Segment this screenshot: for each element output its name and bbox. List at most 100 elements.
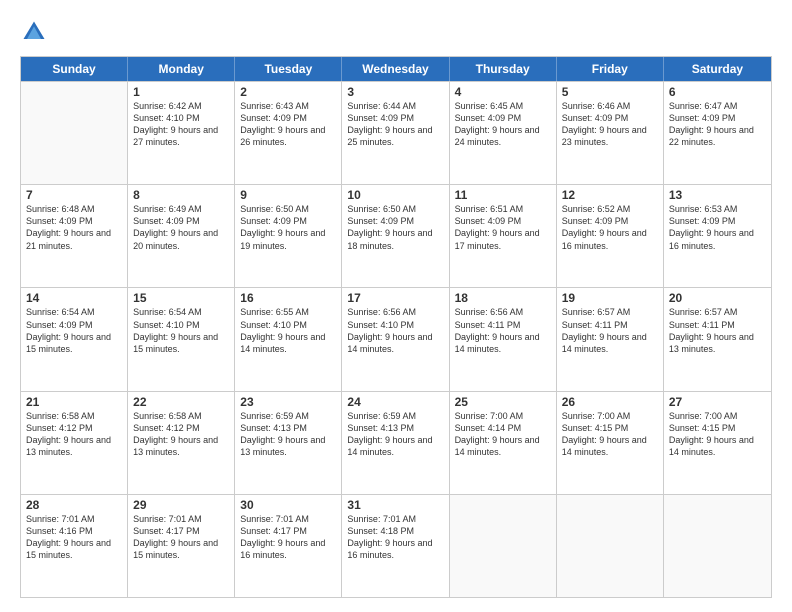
cal-cell [21, 82, 128, 184]
cal-cell: 5Sunrise: 6:46 AMSunset: 4:09 PMDaylight… [557, 82, 664, 184]
day-info: Sunrise: 6:58 AMSunset: 4:12 PMDaylight:… [26, 410, 122, 459]
day-info: Sunrise: 6:59 AMSunset: 4:13 PMDaylight:… [240, 410, 336, 459]
day-number: 7 [26, 188, 122, 202]
cal-cell: 30Sunrise: 7:01 AMSunset: 4:17 PMDayligh… [235, 495, 342, 597]
day-number: 13 [669, 188, 766, 202]
calendar-body: 1Sunrise: 6:42 AMSunset: 4:10 PMDaylight… [21, 81, 771, 597]
day-number: 21 [26, 395, 122, 409]
cal-cell: 4Sunrise: 6:45 AMSunset: 4:09 PMDaylight… [450, 82, 557, 184]
day-number: 18 [455, 291, 551, 305]
cal-cell: 16Sunrise: 6:55 AMSunset: 4:10 PMDayligh… [235, 288, 342, 390]
calendar-header: SundayMondayTuesdayWednesdayThursdayFrid… [21, 57, 771, 81]
day-info: Sunrise: 6:56 AMSunset: 4:10 PMDaylight:… [347, 306, 443, 355]
day-info: Sunrise: 7:00 AMSunset: 4:15 PMDaylight:… [669, 410, 766, 459]
cal-cell: 17Sunrise: 6:56 AMSunset: 4:10 PMDayligh… [342, 288, 449, 390]
header-day-friday: Friday [557, 57, 664, 81]
day-number: 14 [26, 291, 122, 305]
day-info: Sunrise: 6:56 AMSunset: 4:11 PMDaylight:… [455, 306, 551, 355]
day-info: Sunrise: 7:01 AMSunset: 4:17 PMDaylight:… [133, 513, 229, 562]
day-number: 1 [133, 85, 229, 99]
day-info: Sunrise: 7:00 AMSunset: 4:15 PMDaylight:… [562, 410, 658, 459]
day-info: Sunrise: 6:51 AMSunset: 4:09 PMDaylight:… [455, 203, 551, 252]
header-day-sunday: Sunday [21, 57, 128, 81]
week-row-1: 7Sunrise: 6:48 AMSunset: 4:09 PMDaylight… [21, 184, 771, 287]
day-number: 27 [669, 395, 766, 409]
day-number: 22 [133, 395, 229, 409]
cal-cell: 26Sunrise: 7:00 AMSunset: 4:15 PMDayligh… [557, 392, 664, 494]
day-info: Sunrise: 6:46 AMSunset: 4:09 PMDaylight:… [562, 100, 658, 149]
day-number: 9 [240, 188, 336, 202]
cal-cell: 21Sunrise: 6:58 AMSunset: 4:12 PMDayligh… [21, 392, 128, 494]
calendar: SundayMondayTuesdayWednesdayThursdayFrid… [20, 56, 772, 598]
cal-cell: 6Sunrise: 6:47 AMSunset: 4:09 PMDaylight… [664, 82, 771, 184]
header-day-thursday: Thursday [450, 57, 557, 81]
cal-cell: 11Sunrise: 6:51 AMSunset: 4:09 PMDayligh… [450, 185, 557, 287]
day-info: Sunrise: 6:59 AMSunset: 4:13 PMDaylight:… [347, 410, 443, 459]
cal-cell: 18Sunrise: 6:56 AMSunset: 4:11 PMDayligh… [450, 288, 557, 390]
cal-cell: 28Sunrise: 7:01 AMSunset: 4:16 PMDayligh… [21, 495, 128, 597]
day-number: 2 [240, 85, 336, 99]
logo [20, 18, 52, 46]
cal-cell: 29Sunrise: 7:01 AMSunset: 4:17 PMDayligh… [128, 495, 235, 597]
day-info: Sunrise: 7:01 AMSunset: 4:18 PMDaylight:… [347, 513, 443, 562]
page: SundayMondayTuesdayWednesdayThursdayFrid… [0, 0, 792, 612]
day-info: Sunrise: 6:48 AMSunset: 4:09 PMDaylight:… [26, 203, 122, 252]
day-info: Sunrise: 7:01 AMSunset: 4:17 PMDaylight:… [240, 513, 336, 562]
day-info: Sunrise: 7:00 AMSunset: 4:14 PMDaylight:… [455, 410, 551, 459]
cal-cell: 3Sunrise: 6:44 AMSunset: 4:09 PMDaylight… [342, 82, 449, 184]
cal-cell [557, 495, 664, 597]
logo-icon [20, 18, 48, 46]
day-number: 23 [240, 395, 336, 409]
cal-cell [450, 495, 557, 597]
day-number: 28 [26, 498, 122, 512]
cal-cell: 27Sunrise: 7:00 AMSunset: 4:15 PMDayligh… [664, 392, 771, 494]
day-info: Sunrise: 6:57 AMSunset: 4:11 PMDaylight:… [669, 306, 766, 355]
day-number: 30 [240, 498, 336, 512]
day-number: 26 [562, 395, 658, 409]
cal-cell: 24Sunrise: 6:59 AMSunset: 4:13 PMDayligh… [342, 392, 449, 494]
day-number: 25 [455, 395, 551, 409]
day-number: 8 [133, 188, 229, 202]
day-info: Sunrise: 6:50 AMSunset: 4:09 PMDaylight:… [240, 203, 336, 252]
day-number: 24 [347, 395, 443, 409]
day-info: Sunrise: 7:01 AMSunset: 4:16 PMDaylight:… [26, 513, 122, 562]
cal-cell: 20Sunrise: 6:57 AMSunset: 4:11 PMDayligh… [664, 288, 771, 390]
day-info: Sunrise: 6:43 AMSunset: 4:09 PMDaylight:… [240, 100, 336, 149]
day-info: Sunrise: 6:54 AMSunset: 4:10 PMDaylight:… [133, 306, 229, 355]
day-info: Sunrise: 6:45 AMSunset: 4:09 PMDaylight:… [455, 100, 551, 149]
day-info: Sunrise: 6:57 AMSunset: 4:11 PMDaylight:… [562, 306, 658, 355]
day-number: 5 [562, 85, 658, 99]
day-number: 16 [240, 291, 336, 305]
week-row-0: 1Sunrise: 6:42 AMSunset: 4:10 PMDaylight… [21, 81, 771, 184]
header [20, 18, 772, 46]
cal-cell [664, 495, 771, 597]
week-row-4: 28Sunrise: 7:01 AMSunset: 4:16 PMDayligh… [21, 494, 771, 597]
day-info: Sunrise: 6:44 AMSunset: 4:09 PMDaylight:… [347, 100, 443, 149]
cal-cell: 31Sunrise: 7:01 AMSunset: 4:18 PMDayligh… [342, 495, 449, 597]
day-number: 11 [455, 188, 551, 202]
day-number: 31 [347, 498, 443, 512]
day-number: 10 [347, 188, 443, 202]
day-info: Sunrise: 6:53 AMSunset: 4:09 PMDaylight:… [669, 203, 766, 252]
cal-cell: 2Sunrise: 6:43 AMSunset: 4:09 PMDaylight… [235, 82, 342, 184]
cal-cell: 13Sunrise: 6:53 AMSunset: 4:09 PMDayligh… [664, 185, 771, 287]
day-number: 20 [669, 291, 766, 305]
day-number: 3 [347, 85, 443, 99]
day-number: 12 [562, 188, 658, 202]
cal-cell: 9Sunrise: 6:50 AMSunset: 4:09 PMDaylight… [235, 185, 342, 287]
cal-cell: 7Sunrise: 6:48 AMSunset: 4:09 PMDaylight… [21, 185, 128, 287]
day-number: 15 [133, 291, 229, 305]
cal-cell: 25Sunrise: 7:00 AMSunset: 4:14 PMDayligh… [450, 392, 557, 494]
day-info: Sunrise: 6:50 AMSunset: 4:09 PMDaylight:… [347, 203, 443, 252]
day-info: Sunrise: 6:49 AMSunset: 4:09 PMDaylight:… [133, 203, 229, 252]
week-row-3: 21Sunrise: 6:58 AMSunset: 4:12 PMDayligh… [21, 391, 771, 494]
day-info: Sunrise: 6:58 AMSunset: 4:12 PMDaylight:… [133, 410, 229, 459]
day-info: Sunrise: 6:42 AMSunset: 4:10 PMDaylight:… [133, 100, 229, 149]
header-day-wednesday: Wednesday [342, 57, 449, 81]
cal-cell: 12Sunrise: 6:52 AMSunset: 4:09 PMDayligh… [557, 185, 664, 287]
cal-cell: 19Sunrise: 6:57 AMSunset: 4:11 PMDayligh… [557, 288, 664, 390]
day-info: Sunrise: 6:52 AMSunset: 4:09 PMDaylight:… [562, 203, 658, 252]
cal-cell: 15Sunrise: 6:54 AMSunset: 4:10 PMDayligh… [128, 288, 235, 390]
day-number: 6 [669, 85, 766, 99]
header-day-monday: Monday [128, 57, 235, 81]
